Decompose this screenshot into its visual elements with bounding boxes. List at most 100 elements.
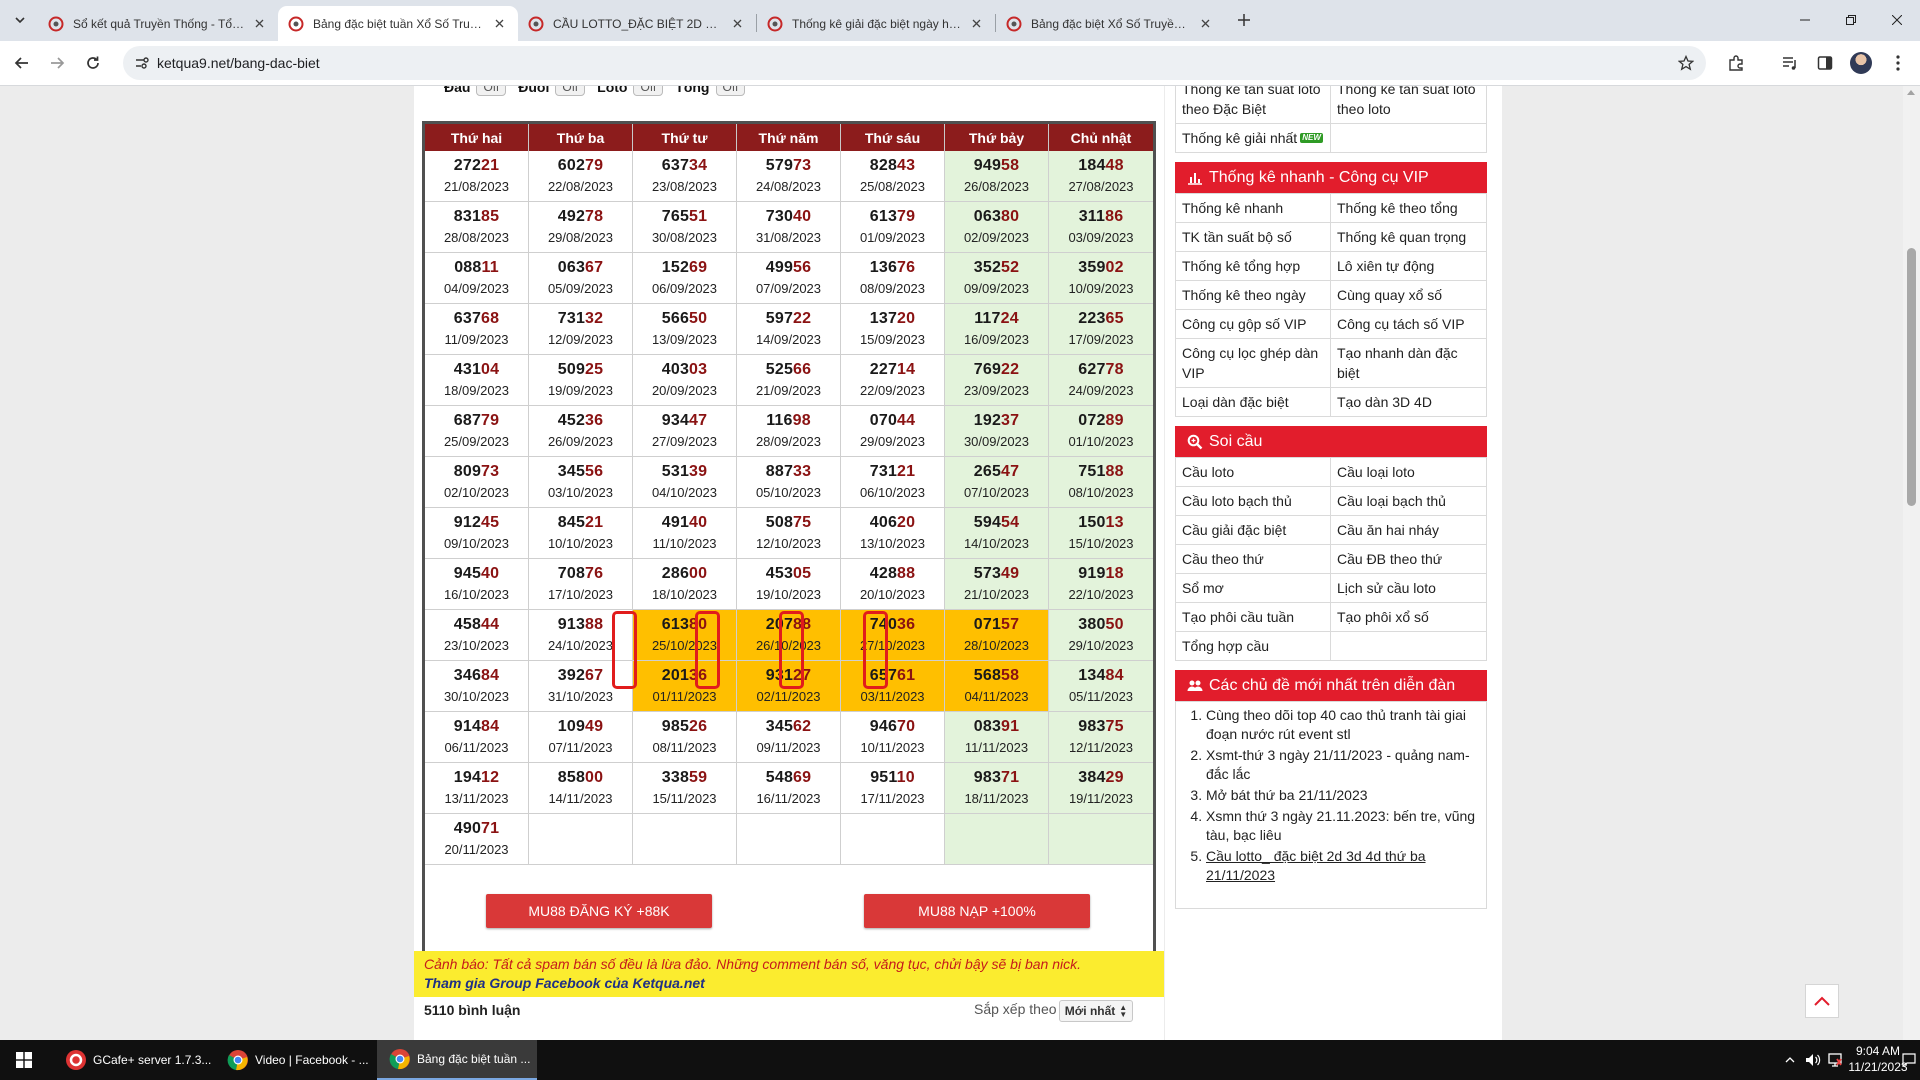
forum-topic-link[interactable]: Xsmt-thứ 3 ngày 21/11/2023 - quảng nam-đ… <box>1206 746 1476 784</box>
special-prize-number: 38429 <box>1078 769 1124 786</box>
filter-duoi-toggle[interactable]: Off <box>555 86 586 96</box>
address-bar[interactable]: ketqua9.net/bang-dac-biet <box>123 46 1706 80</box>
filter-loto-toggle[interactable]: Off <box>633 86 664 96</box>
number-tail-digits: 49 <box>1001 565 1020 582</box>
sidebar-link[interactable]: Cầu giải đặc biệt <box>1176 516 1331 544</box>
draw-date: 17/09/2023 <box>1068 332 1134 347</box>
close-icon[interactable] <box>250 15 268 33</box>
sidebar-link[interactable]: Tạo nhanh dàn đặc biệt <box>1331 339 1486 387</box>
sidebar-link[interactable]: Cầu loto bạch thủ <box>1176 487 1331 515</box>
tab-1[interactable]: Sổ kết quả Truyền Thống - Tổng <box>38 6 278 41</box>
result-cell <box>633 814 737 864</box>
tab-2[interactable]: Bảng đặc biệt tuần Xổ Số Truyền <box>278 6 518 41</box>
sidebar-link[interactable]: Công cụ tách số VIP <box>1331 310 1486 338</box>
sidebar-link[interactable]: Tạo phôi cầu tuần <box>1176 603 1331 631</box>
sidebar-link[interactable]: Thống kê quan trọng <box>1331 223 1486 251</box>
media-control-icon[interactable] <box>1778 51 1802 75</box>
mu88-deposit-button[interactable]: MU88 NẠP +100% <box>864 894 1090 928</box>
sidebar-link[interactable]: Công cụ lọc ghép dàn VIP <box>1176 339 1331 387</box>
tab-3[interactable]: CẦU LOTTO_ĐẶC BIỆT 2D 3D 4 <box>518 6 756 41</box>
taskbar-app-gcafe[interactable]: GCafe+ server 1.7.3... <box>53 1040 213 1080</box>
sidebar-link[interactable]: Cầu theo thứ <box>1176 545 1331 573</box>
back-button[interactable] <box>8 49 36 77</box>
page-scrollbar[interactable] <box>1903 86 1920 1040</box>
forward-button[interactable] <box>43 49 71 77</box>
minimize-button[interactable] <box>1782 0 1828 40</box>
new-tab-button[interactable] <box>1232 8 1256 32</box>
tab-5[interactable]: Bảng đặc biệt Xổ Số Truyền Thô <box>996 6 1224 41</box>
link-giai-nhat[interactable]: Thống kê giải nhất NEW <box>1176 124 1331 152</box>
sidebar-link[interactable]: Công cụ gộp số VIP <box>1176 310 1331 338</box>
tab-search-button[interactable] <box>8 8 32 32</box>
back-to-top-button[interactable] <box>1805 984 1839 1018</box>
forum-topic-link[interactable]: Cùng theo dõi top 40 cao thủ tranh tài g… <box>1206 706 1476 744</box>
sidebar-link[interactable]: Tổng hợp cầu <box>1176 632 1331 660</box>
draw-date: 30/09/2023 <box>963 434 1030 449</box>
network-icon[interactable] <box>1826 1040 1844 1080</box>
result-cell: 11698 28/09/2023 <box>737 406 841 456</box>
sidebar-link[interactable]: Cùng quay xổ số <box>1331 281 1486 309</box>
tab-4[interactable]: Thống kê giải đặc biệt ngày hôm <box>757 6 995 41</box>
sidebar-link[interactable]: Sổ mơ <box>1176 574 1331 602</box>
reload-button[interactable] <box>79 49 107 77</box>
filter-tong-toggle[interactable]: Off <box>715 86 746 96</box>
sidebar-link[interactable]: Cầu ăn hai nháy <box>1331 516 1486 544</box>
result-cell: 74036 27/10/2023 <box>841 610 945 660</box>
site-info-icon[interactable] <box>133 54 151 72</box>
sidebar-link[interactable]: Thống kê theo tổng <box>1331 194 1486 222</box>
link-tan-suat-loto[interactable]: Thống kê tần suất loto theo loto <box>1331 86 1486 123</box>
result-cell: 13484 05/11/2023 <box>1049 661 1153 711</box>
sidebar-link[interactable]: Tạo phôi xổ số <box>1331 603 1486 631</box>
special-prize-number: 08391 <box>973 718 1020 735</box>
draw-date: 08/11/2023 <box>652 740 717 755</box>
close-icon[interactable] <box>490 15 508 33</box>
users-icon <box>1187 680 1203 691</box>
result-cell: 34556 03/10/2023 <box>529 457 633 507</box>
sidebar-link[interactable]: Thống kê nhanh <box>1176 194 1331 222</box>
scrollbar-thumb[interactable] <box>1907 248 1916 506</box>
forum-topic-link[interactable]: Xsmn thứ 3 ngày 21.11.2023: bến tre, vũn… <box>1206 807 1476 845</box>
extensions-icon[interactable] <box>1724 51 1748 75</box>
link-tan-suat-loto-db[interactable]: Thống kê tần suất loto theo Đặc Biệt <box>1176 86 1331 123</box>
sidebar-link[interactable]: Thống kê theo ngày <box>1176 281 1331 309</box>
sidebar-link[interactable]: Tạo dàn 3D 4D <box>1331 388 1486 416</box>
scroll-up-arrow-icon[interactable] <box>1907 90 1915 95</box>
volume-icon[interactable] <box>1804 1040 1822 1080</box>
side-panel-icon[interactable] <box>1813 51 1837 75</box>
sidebar-link[interactable]: Lịch sử cầu loto <box>1331 574 1486 602</box>
sidebar-link[interactable]: Cầu ĐB theo thứ <box>1331 545 1486 573</box>
mu88-register-button[interactable]: MU88 ĐĂNG KÝ +88K <box>486 894 712 928</box>
forum-topic-link[interactable]: Mở bát thứ ba 21/11/2023 <box>1206 786 1476 805</box>
start-button[interactable] <box>0 1040 48 1080</box>
result-cell <box>529 814 633 864</box>
taskbar-app-chrome-active[interactable]: Bảng đặc biệt tuần ... <box>377 1040 537 1080</box>
forum-topic-link[interactable]: Cầu lotto_ đặc biệt 2d 3d 4d thứ ba 21/1… <box>1206 847 1476 885</box>
close-window-button[interactable] <box>1874 0 1920 40</box>
sidebar-link[interactable]: Cầu loto <box>1176 458 1331 486</box>
special-prize-number: 59454 <box>973 514 1020 531</box>
close-icon[interactable] <box>967 15 985 33</box>
forum-topics-list: Cùng theo dõi top 40 cao thủ tranh tài g… <box>1175 701 1487 909</box>
sidebar-link[interactable]: Thống kê tổng hợp <box>1176 252 1331 280</box>
sidebar-link[interactable]: TK tần suất bộ số <box>1176 223 1331 251</box>
profile-avatar[interactable] <box>1850 52 1872 74</box>
menu-kebab-icon[interactable] <box>1886 51 1910 75</box>
sort-select[interactable]: Mới nhất ▲ ▼ <box>1059 1000 1133 1022</box>
filter-dau-toggle[interactable]: Off <box>476 86 507 96</box>
number-tail-digits: 58 <box>1001 157 1020 174</box>
facebook-group-link[interactable]: Tham gia Group Facebook của Ketqua.net <box>424 975 705 991</box>
close-icon[interactable] <box>1196 15 1214 33</box>
bookmark-star-icon[interactable] <box>1676 53 1696 73</box>
taskbar-app-facebook-video[interactable]: Video | Facebook - ... <box>215 1040 375 1080</box>
sidebar-link[interactable]: Lô xiên tự động <box>1331 252 1486 280</box>
number-tail-digits: 51 <box>689 208 708 225</box>
tray-overflow-icon[interactable] <box>1782 1040 1798 1080</box>
sidebar-link[interactable]: Cầu loại bạch thủ <box>1331 487 1486 515</box>
notifications-icon[interactable] <box>1900 1040 1918 1080</box>
special-prize-number: 38050 <box>1078 616 1124 633</box>
draw-date: 09/09/2023 <box>963 281 1030 296</box>
sidebar-link[interactable]: Cầu loại loto <box>1331 458 1486 486</box>
restore-button[interactable] <box>1828 0 1874 40</box>
sidebar-link[interactable]: Loại dàn đặc biệt <box>1176 388 1331 416</box>
close-icon[interactable] <box>728 15 746 33</box>
